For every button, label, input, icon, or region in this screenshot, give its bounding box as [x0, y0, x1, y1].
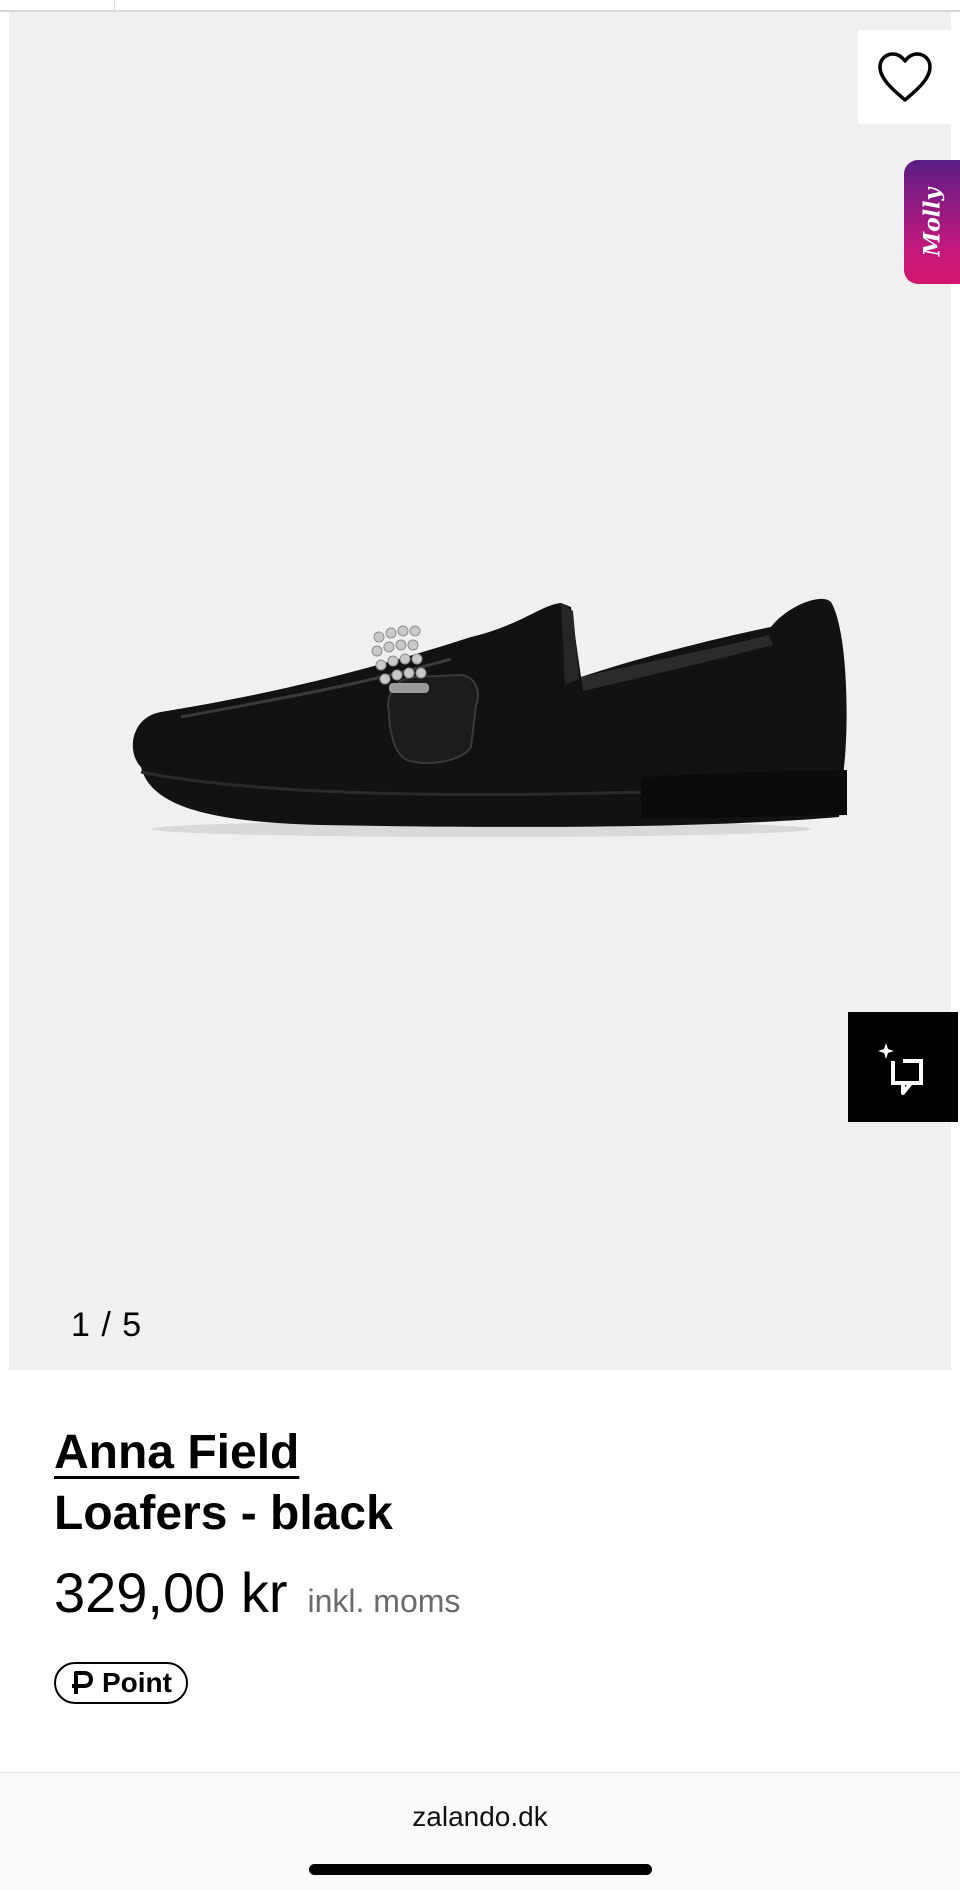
ai-visual-search-button[interactable] — [848, 1012, 958, 1122]
browser-bottom-bar: zalando.dk — [0, 1772, 960, 1890]
top-bar-divider — [114, 0, 115, 12]
home-indicator[interactable] — [309, 1864, 652, 1875]
molly-tab-label: Molly — [919, 187, 945, 257]
product-image-gallery[interactable]: 1 / 5 — [9, 12, 951, 1370]
points-label: Point — [102, 1667, 172, 1698]
heart-icon — [878, 52, 932, 102]
address-bar-url[interactable]: zalando.dk — [0, 1801, 960, 1833]
molly-assistant-tab[interactable]: Molly — [904, 160, 960, 284]
brand-link[interactable]: Anna Field — [54, 1425, 299, 1480]
product-price: 329,00 kr — [54, 1561, 288, 1624]
sparkle-crop-icon — [878, 1043, 923, 1095]
product-name: Loafers - black — [54, 1487, 393, 1540]
p-coin-icon — [72, 1671, 93, 1694]
points-badge[interactable]: Point — [54, 1662, 188, 1704]
product-image-loafer — [132, 598, 847, 837]
vat-note: inkl. moms — [307, 1583, 461, 1619]
top-partial-bar — [0, 0, 960, 12]
image-counter: 1 / 5 — [71, 1306, 143, 1344]
price-row: 329,00 kr inkl. moms — [54, 1560, 460, 1625]
wishlist-button[interactable] — [858, 30, 952, 124]
